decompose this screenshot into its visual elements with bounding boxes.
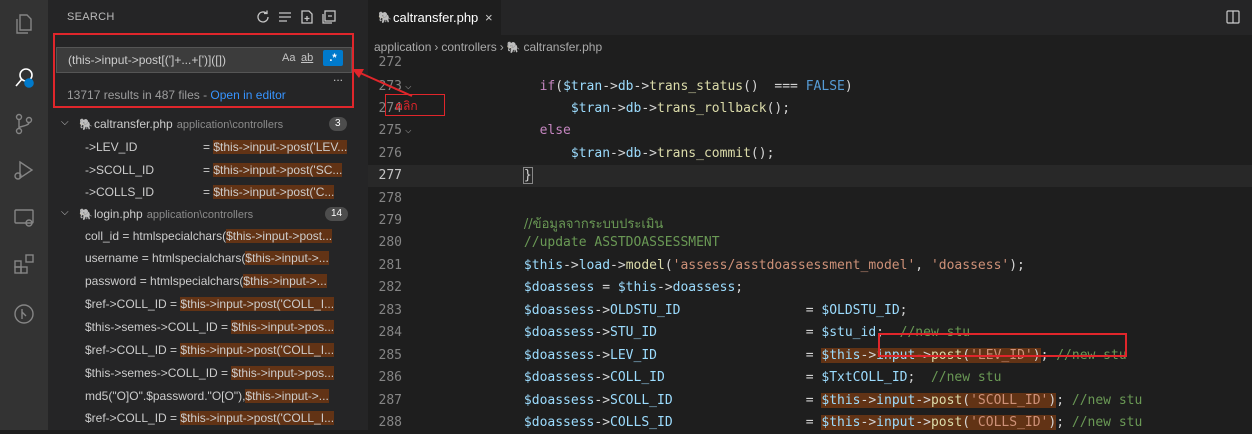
editor-area: 🐘 caltransfer.php × application › controll… [368,0,1252,430]
match-row[interactable]: coll_id = htmlspecialchars($this->input-… [48,225,368,247]
match-row[interactable]: $ref->COLL_ID = $this->input->post('COLL… [48,339,368,361]
match-row[interactable]: ->COLLS_ID = $this->input->post('C... [48,181,368,203]
php-file-icon: 🐘 [79,119,93,131]
code-line: 286 $doassess->COLL_ID = $TxtCOLL_ID; //… [378,370,1002,385]
code-line: 276 $tran->db->trans_commit(); [378,146,775,161]
match-row[interactable]: ->SCOLL_ID = $this->input->post('SC... [48,159,368,181]
match-count-badge: 3 [329,117,347,131]
activity-bar [0,0,48,430]
match-row[interactable]: $this->semes->COLL_ID = $this->input->po… [48,316,368,338]
code-line: 287 $doassess->SCOLL_ID = $this->input->… [378,393,1143,408]
run-debug-icon[interactable] [12,158,36,182]
sidebar-header: SEARCH [48,0,368,35]
tab-caltransfer[interactable]: 🐘 caltransfer.php × [368,0,501,35]
annotation-code-highlight [878,333,1127,357]
refresh-icon[interactable] [255,9,271,25]
match-row[interactable]: $ref->COLL_ID = $this->input->post('COLL… [48,293,368,315]
code-line: 274 $tran->db->trans_rollback(); [378,101,791,116]
close-icon[interactable]: × [485,10,493,25]
extensions-icon[interactable] [12,252,36,276]
gitlens-icon[interactable] [12,302,36,326]
code-line: 273⌵ if($tran->db->trans_status() === FA… [379,79,853,94]
result-file-row[interactable]: ⌵ 🐘 caltransfer.php application\controlle… [48,114,368,134]
code-line: 283 $doassess->OLDSTU_ID = $OLDSTU_ID; [378,303,908,318]
code-line: 280 //update ASSTDOASSESSMENT [378,235,720,250]
chevron-down-icon[interactable]: ⌵ [61,207,69,218]
explorer-icon[interactable] [12,12,36,36]
code-line: 278 [378,191,402,206]
file-name: login.php application\controllers [94,207,254,221]
collapse-all-icon[interactable] [321,9,337,25]
result-file-row[interactable]: ⌵ 🐘 login.php application\controllers 14 [48,204,368,224]
code-line: 288 $doassess->COLLS_ID = $this->input->… [378,415,1143,430]
split-editor-icon[interactable] [1226,10,1240,24]
match-row[interactable]: password = htmlspecialchars($this->input… [48,270,368,292]
tab-bar: 🐘 caltransfer.php × [368,0,1252,35]
code-line: 282 $doassess = $this->doassess; [378,280,744,295]
php-file-icon: 🐘 [79,209,93,221]
file-name: caltransfer.php application\controllers [94,117,284,131]
match-count-badge: 14 [325,207,349,221]
sidebar-title: SEARCH [67,11,115,23]
source-control-icon[interactable] [12,112,36,136]
clear-results-icon[interactable] [277,9,293,25]
match-row[interactable]: $ref->COLL_ID = $this->input->post('COLL… [48,407,368,429]
match-row[interactable]: md5("O]O".$password."O[O"),$this->input-… [48,385,368,407]
code-line: 281 $this->load->model('assess/asstdoass… [378,258,1025,273]
annotation-search-box-highlight [53,33,354,108]
tab-label: caltransfer.php [393,10,479,25]
match-row[interactable]: username = htmlspecialchars($this->input… [48,247,368,269]
code-line: 272 [378,55,402,70]
code-line: 275 ⌵ else [378,123,571,138]
match-row[interactable]: ->LEV_ID = $this->input->post('LEV... [48,136,368,158]
search-icon[interactable] [12,66,36,90]
php-file-icon: 🐘 [378,12,392,24]
match-row[interactable]: $this->semes->COLL_ID = $this->input->po… [48,362,368,384]
chevron-down-icon[interactable]: ⌵ [61,117,69,128]
code-line: 279 //ข้อมูลจากระบบประเมิน [378,213,664,232]
annotation-callout-text: คลิก [395,99,418,113]
code-line-current: 277 } [368,165,1252,187]
new-search-editor-icon[interactable] [299,9,315,25]
remote-explorer-icon[interactable] [12,206,36,230]
